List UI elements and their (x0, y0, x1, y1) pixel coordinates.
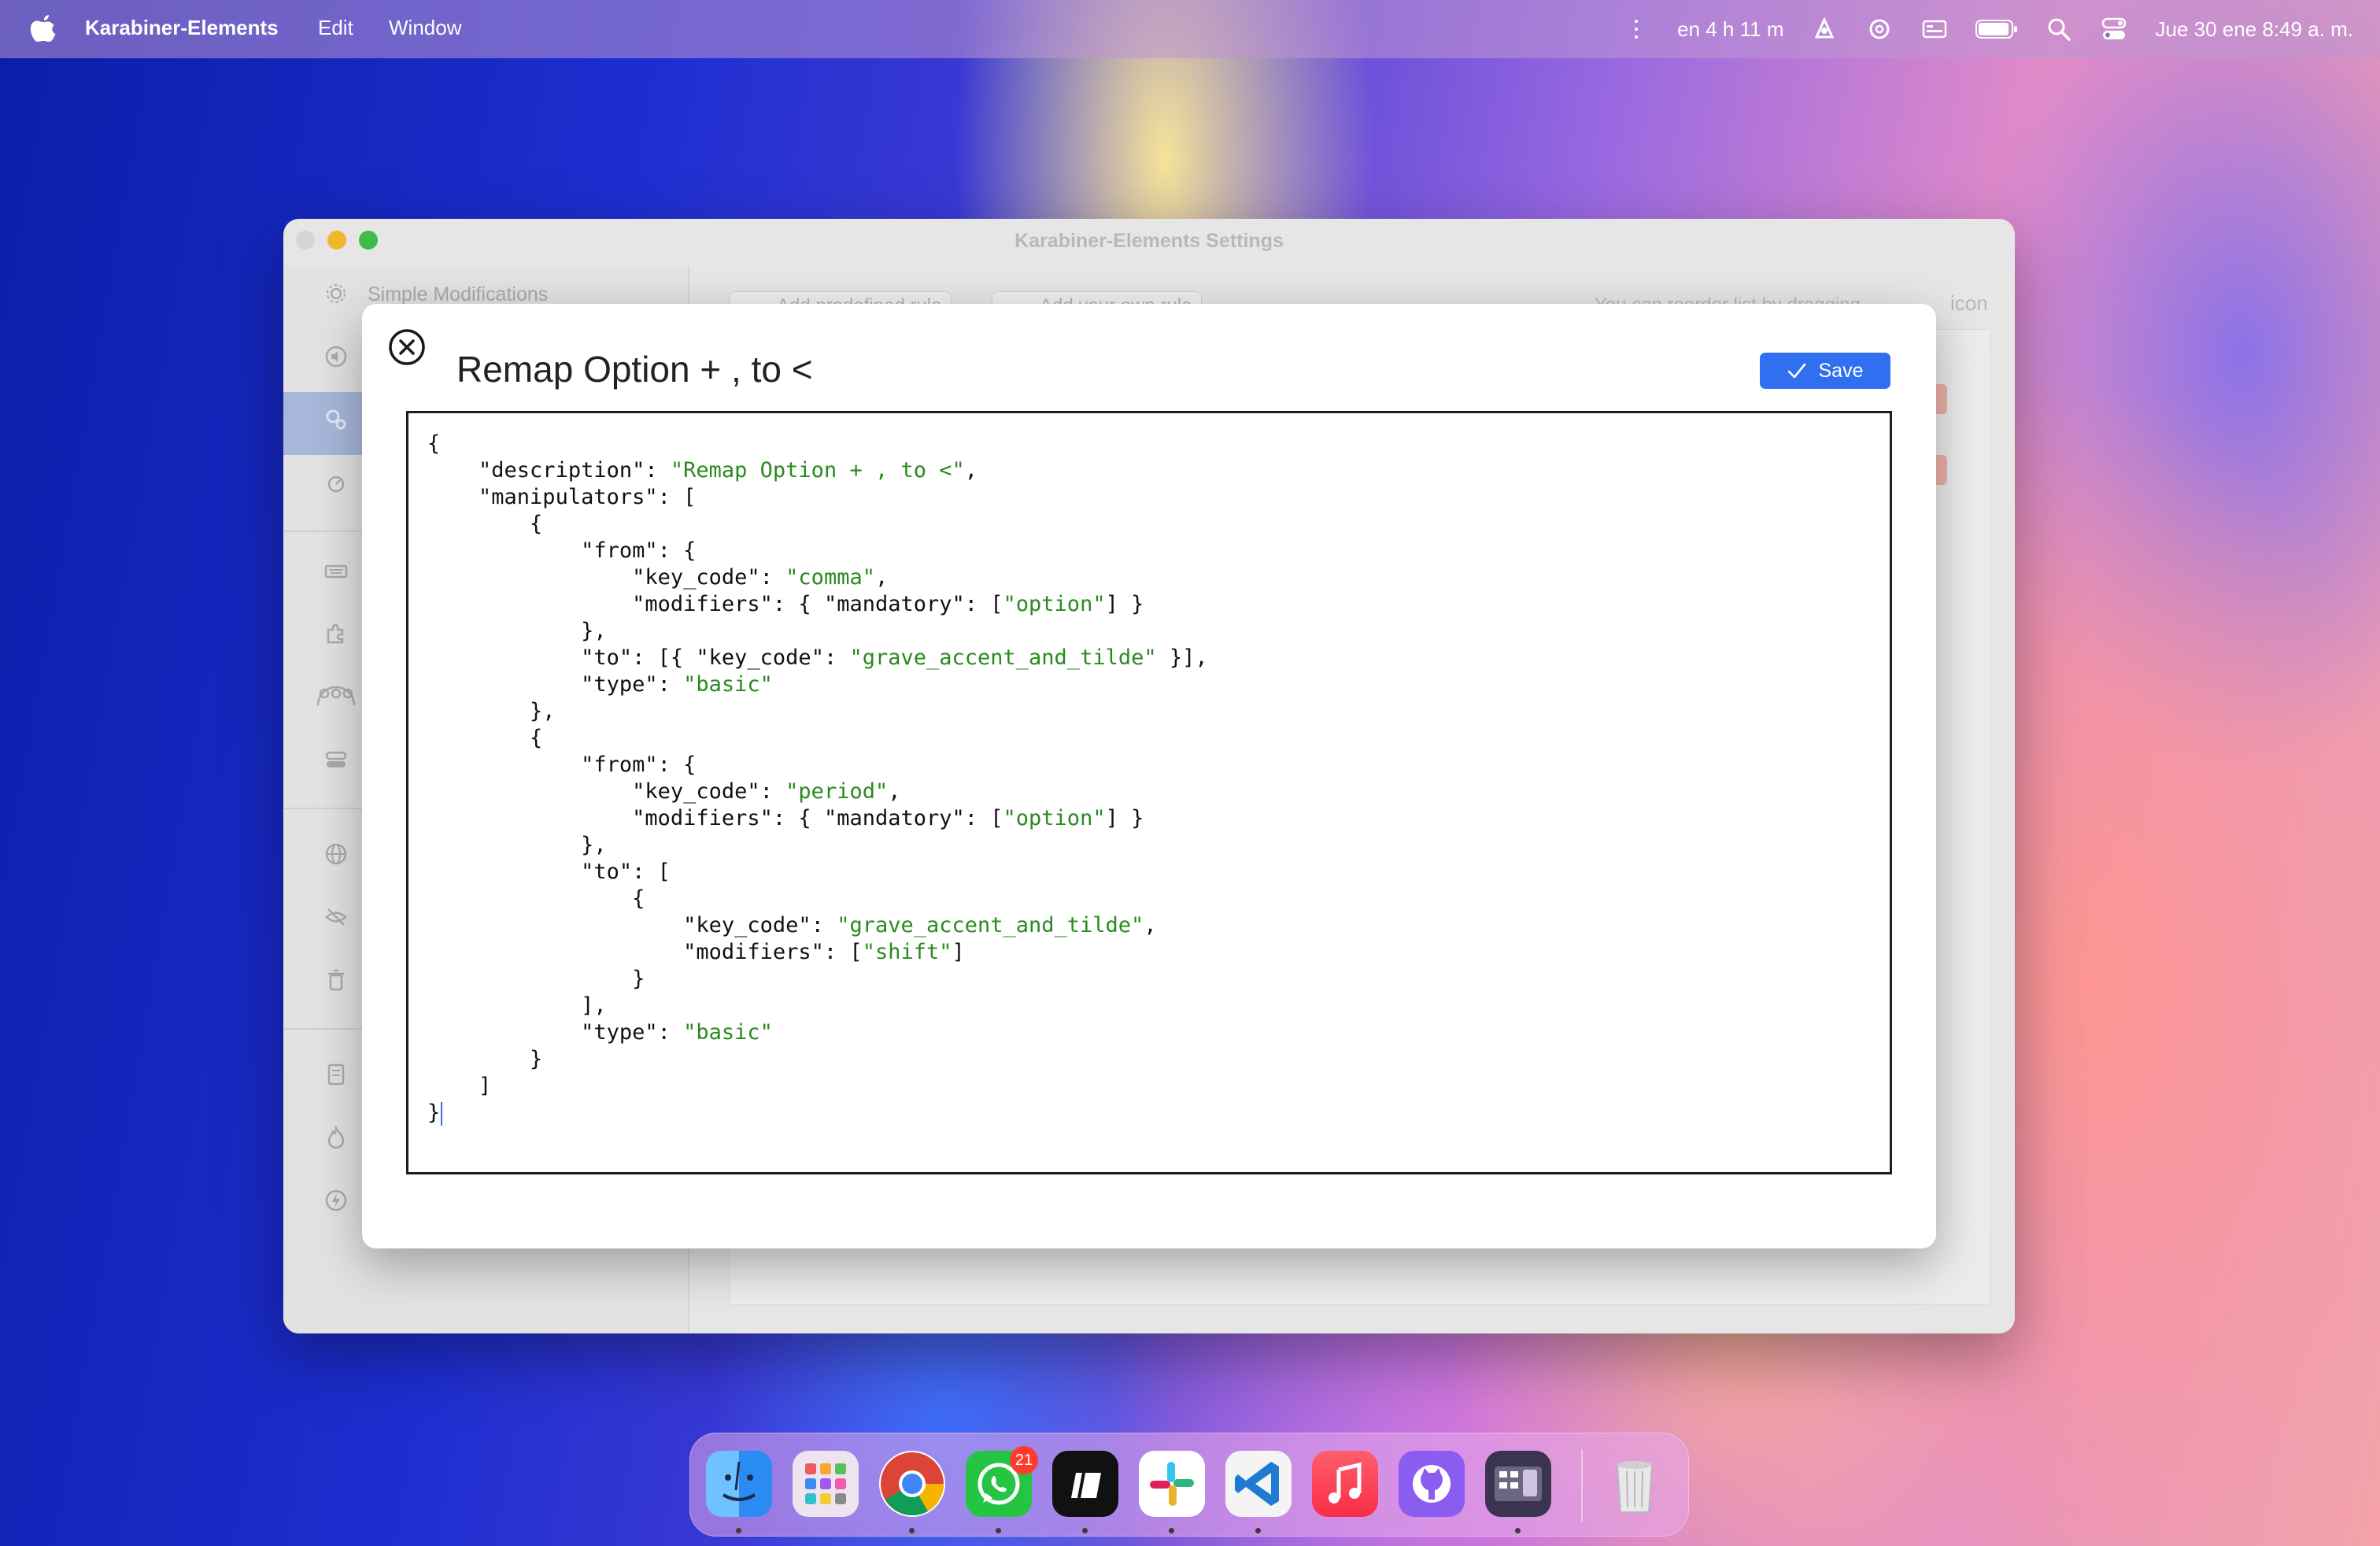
code-line: "from": { (581, 538, 697, 563)
code-line: }, (427, 619, 607, 643)
users-icon (316, 686, 356, 706)
status-area: en 4 h 11 m Jue 30 ene 8:49 a. m. (1622, 0, 2353, 58)
save-button[interactable]: Save (1760, 353, 1890, 389)
globe-icon (325, 843, 347, 865)
code-line: "key_code": "period", (632, 779, 901, 804)
datetime-text[interactable]: Jue 30 ene 8:49 a. m. (2155, 17, 2353, 42)
code-line: } (427, 1100, 1208, 1126)
slack-icon[interactable] (1139, 1451, 1205, 1517)
trash-icon[interactable] (1602, 1451, 1668, 1517)
menu-window[interactable]: Window (389, 16, 461, 40)
launchpad-icon[interactable] (793, 1451, 859, 1517)
gears-icon (326, 409, 346, 430)
running-indicator (736, 1528, 741, 1533)
vscode-icon[interactable] (1225, 1451, 1292, 1517)
reorder-icon-label: icon (1950, 291, 1988, 315)
code-line: { (427, 512, 543, 536)
battery-icon[interactable] (1975, 15, 2018, 43)
code-line: "type": "basic" (581, 1020, 773, 1045)
code-line: { (427, 726, 543, 750)
code-line: "to": [{ "key_code": "grave_accent_and_t… (581, 645, 1208, 670)
karabiner-eventviewer-icon[interactable] (1485, 1451, 1551, 1517)
code-line: "from": { (581, 753, 697, 777)
dock: 21 (689, 1433, 1689, 1537)
title-bar: Karabiner-Elements Settings (283, 219, 2015, 266)
close-icon[interactable] (387, 327, 427, 367)
json-editor[interactable]: { "description": "Remap Option + , to <"… (406, 411, 1892, 1174)
toggle-icon (325, 751, 347, 767)
battery-time-text[interactable]: en 4 h 11 m (1677, 17, 1783, 42)
speaker-icon (325, 346, 347, 368)
document-icon (327, 1063, 345, 1086)
puzzle-icon (327, 623, 344, 644)
running-indicator (1515, 1528, 1521, 1533)
apple-logo-icon[interactable] (30, 13, 57, 44)
dock-separator (1581, 1449, 1583, 1522)
chatgpt-icon[interactable] (1865, 15, 1894, 43)
edit-rule-dialog: Remap Option + , to < Save { "descriptio… (362, 304, 1936, 1248)
running-indicator (1169, 1528, 1174, 1533)
running-indicator (1255, 1528, 1261, 1533)
eye-slash-icon (325, 908, 347, 926)
chrome-icon[interactable] (879, 1451, 945, 1517)
code-line: "modifiers": ["shift"] (683, 940, 965, 964)
whatsapp-icon[interactable]: 21 (966, 1446, 1038, 1517)
music-icon[interactable] (1312, 1451, 1378, 1517)
menu-app-name[interactable]: Karabiner-Elements (85, 16, 279, 40)
notification-badge: 21 (1010, 1446, 1038, 1474)
code-line: "type": "basic" (581, 672, 773, 697)
code-line: ], (427, 993, 607, 1018)
code-line: "modifiers": { "mandatory": ["option"] } (632, 592, 1144, 616)
code-line: { (427, 886, 645, 911)
code-line: "description": "Remap Option + , to <", (479, 458, 978, 483)
dialog-title: Remap Option + , to < (456, 349, 813, 390)
code-line: }, (427, 699, 556, 723)
save-label: Save (1818, 359, 1864, 382)
keyboard-icon (324, 564, 348, 579)
json-code: { "description": "Remap Option + , to <"… (427, 431, 1208, 1126)
code-line: ] (427, 1074, 492, 1098)
control-center-icon[interactable] (2100, 15, 2128, 43)
code-line: { (427, 431, 441, 456)
code-line: }, (427, 833, 607, 857)
code-line: "to": [ (581, 860, 671, 884)
github-desktop-icon[interactable] (1399, 1451, 1465, 1517)
code-line: "key_code": "comma", (632, 565, 889, 590)
card-reader-icon[interactable] (1920, 15, 1949, 43)
code-line: } (427, 1047, 543, 1071)
running-indicator (1082, 1528, 1088, 1533)
gauge-icon (327, 475, 345, 493)
search-icon[interactable] (2045, 15, 2073, 43)
text-cursor (441, 1101, 443, 1126)
checkmark-icon (1787, 363, 1805, 379)
karabiner-status-icon[interactable] (1810, 15, 1839, 43)
code-line: "manipulators": [ (479, 485, 697, 509)
running-indicator (909, 1528, 915, 1533)
menu-edit[interactable]: Edit (318, 16, 353, 40)
bolt-icon (325, 1189, 347, 1211)
running-indicator (996, 1528, 1001, 1533)
trash-icon (328, 969, 344, 991)
code-line: } (427, 967, 645, 991)
flame-icon (327, 1126, 345, 1149)
drag-handle-icon (1622, 15, 1650, 43)
window-title: Karabiner-Elements Settings (1014, 230, 1284, 252)
mirror-app-icon[interactable] (1052, 1451, 1118, 1517)
gear-icon (327, 284, 346, 303)
finder-icon[interactable] (706, 1451, 772, 1517)
code-line: "key_code": "grave_accent_and_tilde", (683, 913, 1157, 938)
code-line: "modifiers": { "mandatory": ["option"] } (632, 806, 1144, 830)
sidebar-item-label: Simple Modifications (368, 283, 549, 305)
menu-bar: Karabiner-Elements Edit Window en 4 h 11… (0, 0, 2380, 58)
